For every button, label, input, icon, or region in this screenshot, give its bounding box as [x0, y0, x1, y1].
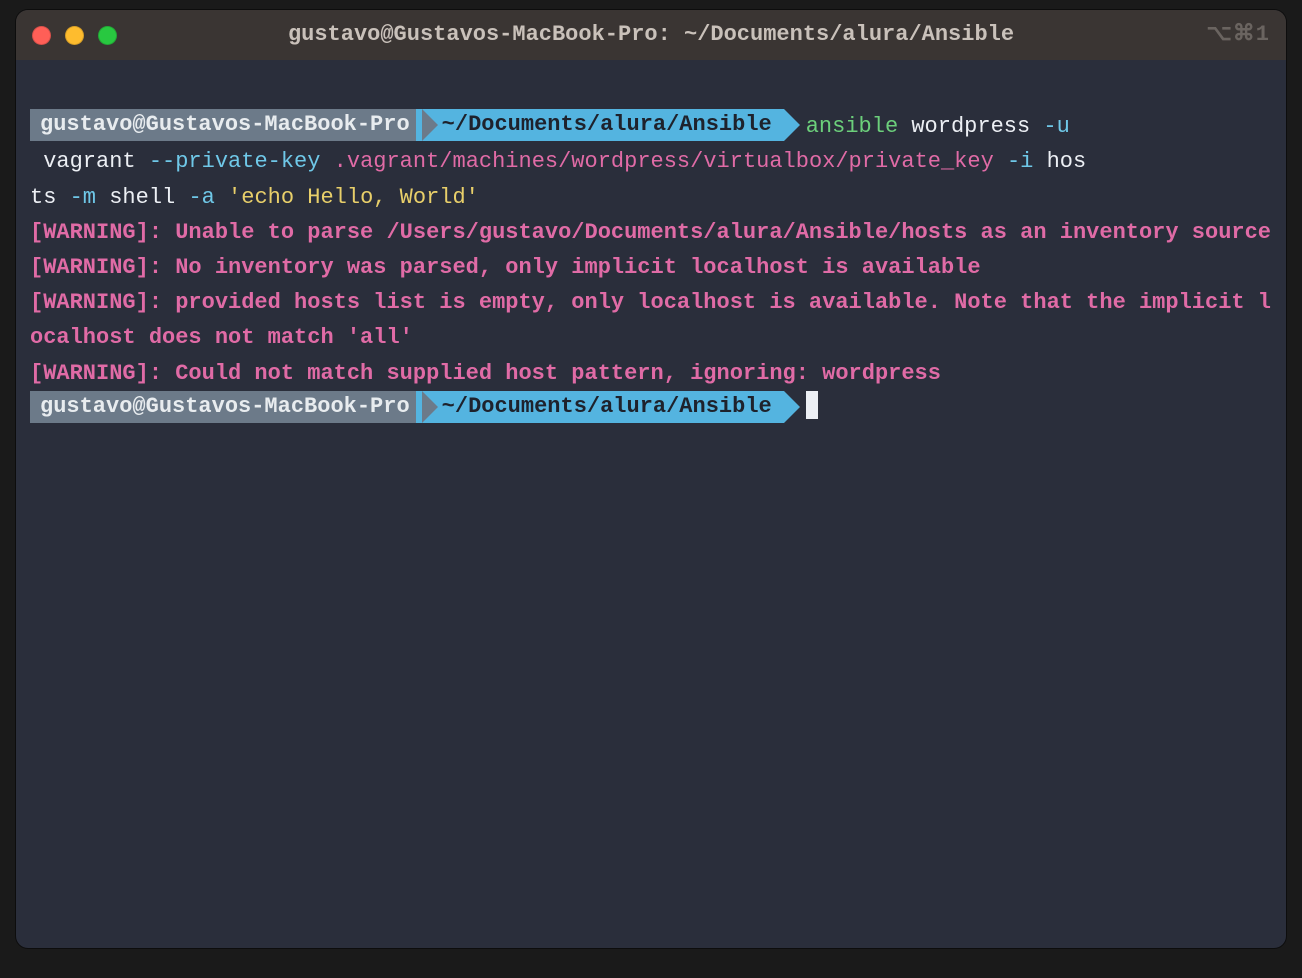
cmd-flag-pk: --private-key — [149, 149, 321, 174]
prompt-path: ~/Documents/alura/Ansible — [416, 109, 784, 141]
cmd-name: ansible — [806, 114, 898, 139]
prompt-host: gustavo@Gustavos-MacBook-Pro — [30, 109, 422, 141]
cmd-flag-i: -i — [994, 149, 1034, 174]
window-title: gustavo@Gustavos-MacBook-Pro: ~/Document… — [16, 17, 1286, 52]
prompt-line-1: gustavo@Gustavos-MacBook-Pro~/Documents/… — [30, 109, 1272, 144]
cmd-flag-a: -a — [188, 185, 214, 210]
warning-line: [WARNING]: Unable to parse /Users/gustav… — [30, 220, 1271, 245]
warning-line: [WARNING]: No inventory was parsed, only… — [30, 255, 981, 280]
cmd-pk-path: .vagrant/machines/wordpress/virtualbox/p… — [320, 149, 993, 174]
cmd-wrap2a: hos — [1033, 149, 1086, 174]
cmd-arg-a: 'echo Hello, World' — [215, 185, 479, 210]
cursor-icon — [806, 391, 818, 419]
terminal-body[interactable]: gustavo@Gustavos-MacBook-Pro~/Documents/… — [16, 60, 1286, 948]
cmd-wrap1a: vagrant — [30, 149, 149, 174]
traffic-lights — [32, 26, 117, 45]
cmd-flag-m: -m — [70, 185, 96, 210]
warning-line: [WARNING]: Could not match supplied host… — [30, 361, 941, 386]
warning-line: [WARNING]: provided hosts list is empty,… — [30, 290, 1271, 350]
cmd-arg-m: shell — [96, 185, 188, 210]
zoom-icon[interactable] — [98, 26, 117, 45]
command: ansible wordpress -u — [784, 114, 1070, 139]
cmd-flag-u: -u — [1043, 114, 1069, 139]
prompt-path: ~/Documents/alura/Ansible — [416, 391, 784, 423]
terminal-window: gustavo@Gustavos-MacBook-Pro: ~/Document… — [16, 10, 1286, 948]
titlebar[interactable]: gustavo@Gustavos-MacBook-Pro: ~/Document… — [16, 10, 1286, 60]
close-icon[interactable] — [32, 26, 51, 45]
minimize-icon[interactable] — [65, 26, 84, 45]
cmd-arg-host: wordpress — [898, 114, 1043, 139]
cmd-wrap2b: ts — [30, 185, 70, 210]
prompt-line-2: gustavo@Gustavos-MacBook-Pro~/Documents/… — [30, 391, 1272, 426]
pane-shortcut-label: ⌥⌘1 — [1206, 17, 1270, 52]
prompt-host: gustavo@Gustavos-MacBook-Pro — [30, 391, 422, 423]
